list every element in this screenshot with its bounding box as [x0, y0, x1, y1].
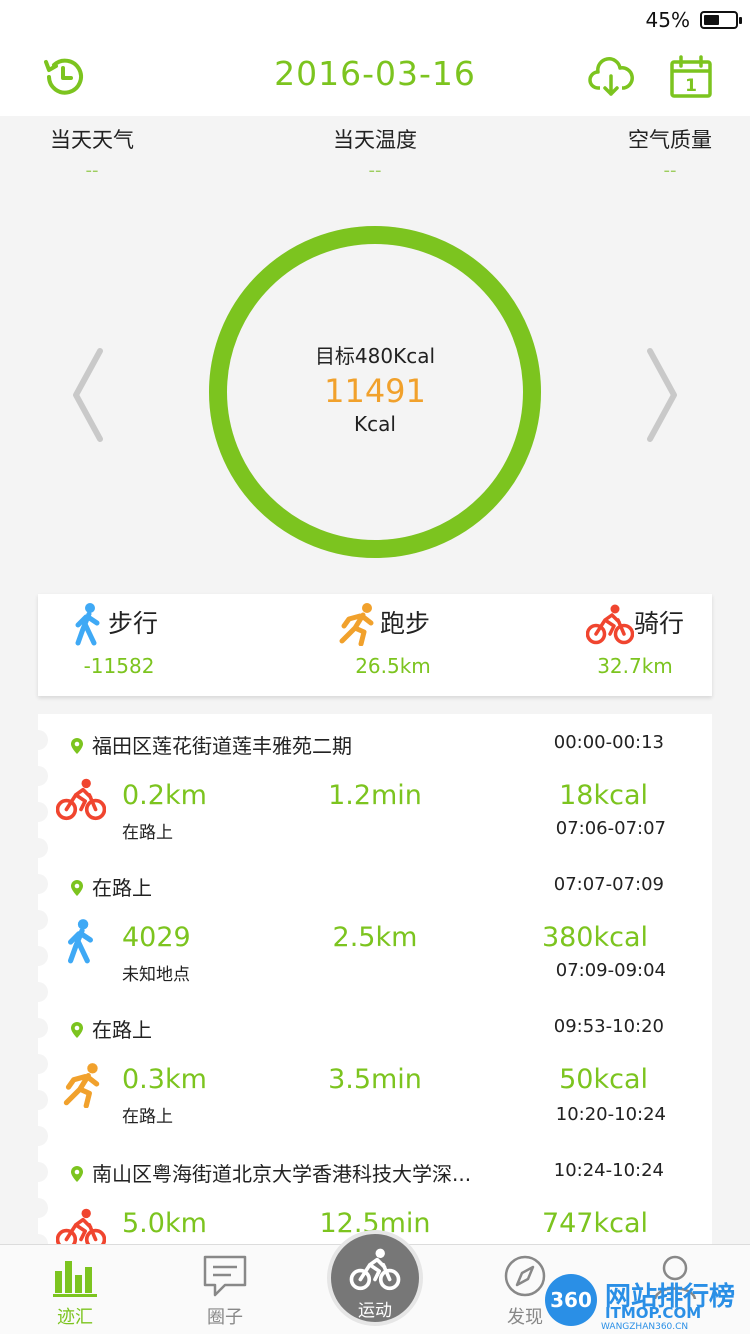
bike-icon — [586, 604, 634, 645]
tab-sport-center-button[interactable]: 运动 — [327, 1230, 423, 1326]
bike-icon — [349, 1248, 401, 1291]
tab-circle[interactable]: 圈子 — [150, 1245, 300, 1334]
bike-value: 32.7km — [597, 654, 673, 678]
location-pin-icon — [71, 1166, 83, 1182]
activity-place: 在路上 — [122, 823, 173, 843]
run-label: 跑步 — [380, 609, 431, 638]
previous-day-arrow-icon[interactable] — [68, 345, 108, 445]
timeline-location-time: 09:53-10:20 — [553, 1016, 664, 1037]
calendar-day: 1 — [685, 76, 697, 96]
weather-cell: 当天天气 -- — [40, 124, 144, 181]
timeline-location-text: 福田区莲花街道莲丰雅苑二期 — [92, 734, 352, 758]
activity-timeline[interactable]: 福田区莲花街道莲丰雅苑二期 00:00-00:13 0.2km 在路上 1.2m… — [38, 714, 712, 1244]
activity-distance: 0.3km — [122, 1064, 207, 1095]
bar-chart-icon — [53, 1261, 97, 1297]
activity-duration: 1.2min — [328, 780, 422, 811]
activity-summary-card: 步行 -11582 跑步 26.5km 骑行 32.7km — [38, 594, 712, 696]
timeline-location-time: 07:07-07:09 — [553, 874, 664, 895]
calorie-goal: 目标480Kcal — [314, 344, 436, 368]
temperature-value: -- — [368, 160, 382, 181]
next-day-arrow-icon[interactable] — [642, 345, 682, 445]
walk-icon — [67, 919, 93, 964]
header: 2016-03-16 1 — [0, 40, 750, 116]
bike-label: 骑行 — [634, 609, 685, 638]
calorie-unit: Kcal — [354, 412, 396, 436]
calorie-value: 11491 — [324, 372, 426, 410]
activity-distance: 5.0km — [122, 1208, 207, 1239]
weather-row: 当天天气 -- 当天温度 -- 空气质量 -- — [0, 118, 750, 188]
bike-icon — [56, 778, 106, 821]
air-quality-cell: 空气质量 -- — [618, 124, 722, 181]
tab-label: 圈子 — [207, 1307, 243, 1328]
temperature-label: 当天温度 — [333, 128, 417, 152]
timeline-location-text: 在路上 — [92, 1018, 152, 1042]
battery-percentage: 45% — [645, 8, 690, 32]
activity-distance: 2.5km — [332, 922, 418, 953]
timeline-location[interactable]: 福田区莲花街道莲丰雅苑二期 — [70, 730, 352, 759]
tab-label: 迹汇 — [57, 1307, 93, 1328]
temperature-cell: 当天温度 -- — [323, 124, 427, 181]
run-icon — [63, 1063, 100, 1108]
air-quality-value: -- — [663, 160, 677, 181]
weather-value: -- — [85, 160, 99, 181]
cloud-download-icon[interactable] — [588, 54, 634, 100]
calendar-icon[interactable]: 1 — [668, 54, 714, 100]
activity-place: 未知地点 — [122, 965, 190, 985]
watermark-url: WANGZHAN360.CN — [601, 1322, 689, 1332]
air-quality-label: 空气质量 — [628, 128, 712, 152]
tab-label: 运动 — [358, 1301, 392, 1321]
weather-label: 当天天气 — [50, 128, 134, 152]
watermark-subtitle: ITMOP.COM — [605, 1304, 702, 1322]
chat-icon — [203, 1255, 247, 1297]
activity-distance: 0.2km — [122, 780, 207, 811]
timeline-location-time: 00:00-00:13 — [553, 732, 664, 753]
activity-time: 07:09-09:04 — [555, 960, 666, 981]
activity-time: 10:20-10:24 — [555, 1104, 666, 1125]
battery-icon — [700, 11, 742, 29]
timeline-location[interactable]: 在路上 — [70, 1014, 152, 1043]
activity-time: 07:06-07:07 — [555, 818, 666, 839]
timeline-location[interactable]: 南山区粤海街道北京大学香港科技大学深... — [70, 1158, 471, 1187]
header-date[interactable]: 2016-03-16 — [0, 54, 750, 93]
run-icon — [339, 603, 374, 646]
watermark-logo: 360 — [545, 1274, 597, 1326]
status-bar: 45% — [0, 0, 750, 40]
activity-calories: 747kcal — [541, 1208, 648, 1239]
activity-calories: 18kcal — [559, 780, 648, 811]
tab-trace-summary[interactable]: 迹汇 — [0, 1245, 150, 1334]
walk-label: 步行 — [108, 609, 159, 638]
compass-icon — [504, 1255, 546, 1297]
watermark: 360 网站排行榜 ITMOP.COM WANGZHAN360.CN — [545, 1272, 750, 1334]
activity-calories: 50kcal — [559, 1064, 648, 1095]
run-value: 26.5km — [355, 654, 431, 678]
bike-icon — [56, 1208, 106, 1244]
timeline-location-text: 在路上 — [92, 876, 152, 900]
location-pin-icon — [71, 880, 83, 896]
walk-value: -11582 — [83, 654, 155, 678]
walk-icon — [75, 603, 100, 646]
location-pin-icon — [71, 1022, 83, 1038]
activity-place: 在路上 — [122, 1107, 173, 1127]
timeline-location[interactable]: 在路上 — [70, 872, 152, 901]
activity-duration: 3.5min — [328, 1064, 422, 1095]
timeline-location-time: 10:24-10:24 — [553, 1160, 664, 1181]
timeline-location-text: 南山区粤海街道北京大学香港科技大学深... — [92, 1162, 472, 1186]
location-pin-icon — [71, 738, 83, 754]
calorie-ring: 目标480Kcal 11491 Kcal — [205, 222, 545, 562]
activity-calories: 380kcal — [541, 922, 648, 953]
activity-steps: 4029 — [122, 922, 191, 953]
